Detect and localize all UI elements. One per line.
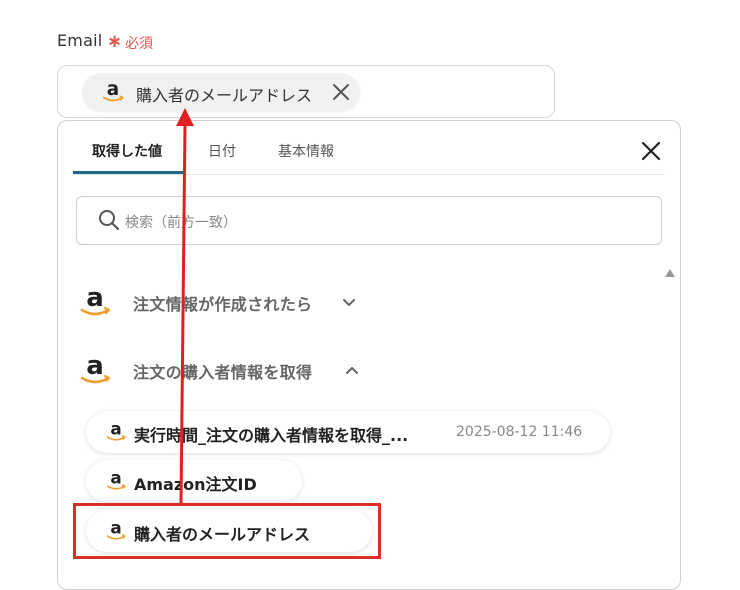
- amazon-icon: [78, 284, 112, 320]
- chevron-up-icon[interactable]: [344, 362, 360, 378]
- close-icon[interactable]: [640, 140, 662, 162]
- amazon-icon: [101, 78, 125, 106]
- item-timestamp: 2025-08-12 11:46: [456, 424, 583, 440]
- amazon-icon: [105, 419, 127, 445]
- tab-basic-info[interactable]: 基本情報: [278, 141, 334, 161]
- required-asterisk: ∗: [107, 31, 123, 52]
- required-label: 必須: [125, 36, 153, 52]
- tab-fetched-values[interactable]: 取得した値: [92, 141, 162, 161]
- group-title-order-created[interactable]: 注文情報が作成されたら: [133, 291, 312, 315]
- tab-divider: [73, 174, 665, 175]
- item-label: Amazon注文ID: [134, 475, 257, 494]
- search-input[interactable]: 検索（前方一致）: [125, 212, 237, 232]
- amazon-icon: [78, 352, 112, 388]
- search-icon: [99, 210, 120, 231]
- annotation-highlight-box: [73, 503, 381, 559]
- item-label: 実行時間_注文の購入者情報を取得_...: [134, 426, 409, 445]
- scroll-up-icon[interactable]: [664, 268, 676, 278]
- close-icon[interactable]: [331, 82, 351, 102]
- group-title-buyer-info[interactable]: 注文の購入者情報を取得: [133, 359, 312, 383]
- amazon-icon: [105, 468, 127, 494]
- email-field-label: Email: [57, 31, 103, 50]
- chevron-down-icon[interactable]: [341, 295, 357, 311]
- chip-label: 購入者のメールアドレス: [136, 86, 313, 105]
- tab-date[interactable]: 日付: [208, 141, 236, 161]
